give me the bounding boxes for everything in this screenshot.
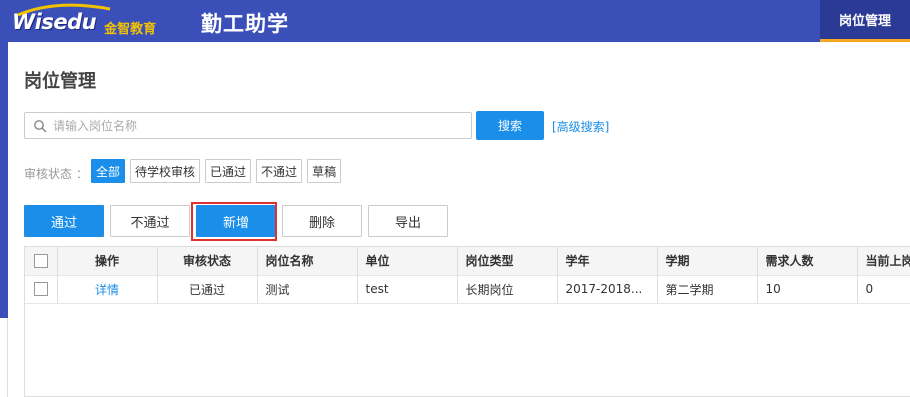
column-header: 当前上岗 <box>857 247 910 276</box>
filter-tag-pending-school-review[interactable]: 待学校审核 <box>130 159 201 183</box>
select-all-checkbox[interactable] <box>33 254 48 268</box>
filter-tag-draft[interactable]: 草稿 <box>307 159 342 183</box>
app-header: Wisedu 金智教育 勤工助学 岗位管理 <box>0 0 910 42</box>
advanced-search-link[interactable]: [高级搜索] <box>552 118 609 135</box>
left-rail <box>0 42 8 318</box>
position-type-cell: 长期岗位 <box>457 275 558 304</box>
column-header: 操作 <box>57 247 158 276</box>
column-header: 岗位名称 <box>257 247 358 276</box>
filter-tag-approved[interactable]: 已通过 <box>205 159 252 183</box>
column-header: 需求人数 <box>757 247 858 276</box>
search-icon <box>34 120 47 133</box>
export-button[interactable]: 导出 <box>368 205 448 237</box>
column-header: 学年 <box>557 247 658 276</box>
row-select-cell <box>25 275 58 304</box>
add-button-highlight <box>191 202 277 241</box>
current-count-cell: 0 <box>857 275 910 304</box>
position-name-cell: 测试 <box>257 275 358 304</box>
delete-button[interactable]: 删除 <box>282 205 362 237</box>
app-title: 勤工助学 <box>201 12 289 36</box>
row-checkbox[interactable] <box>33 282 48 297</box>
semester-cell: 第二学期 <box>657 275 758 304</box>
column-header: 审核状态 <box>157 247 258 276</box>
academic-year-cell: 2017-2018... <box>557 275 658 304</box>
filter-tag-rejected[interactable]: 不通过 <box>256 159 303 183</box>
positions-table: 操作 审核状态 岗位名称 单位 岗位类型 学年 学期 需求人数 当前上岗 详情 … <box>24 246 910 397</box>
column-header: 学期 <box>657 247 758 276</box>
status-filter-label: 审核状态 ： <box>24 167 88 181</box>
detail-link[interactable]: 详情 <box>57 275 158 304</box>
status-filter-tags: 全部 待学校审核 已通过 不通过 草稿 <box>91 159 342 183</box>
table-header-row: 操作 审核状态 岗位名称 单位 岗位类型 学年 学期 需求人数 当前上岗 <box>25 247 910 276</box>
logo-subtitle: 金智教育 <box>104 21 157 37</box>
search-input[interactable] <box>53 113 463 138</box>
column-header: 岗位类型 <box>457 247 558 276</box>
wisedu-logo: Wisedu 金智教育 <box>12 3 157 38</box>
search-button[interactable]: 搜索 <box>476 111 544 140</box>
column-header: 单位 <box>357 247 458 276</box>
table-row: 详情 已通过 测试 test 长期岗位 2017-2018... 第二学期 10… <box>25 275 910 304</box>
status-cell: 已通过 <box>157 275 258 304</box>
filter-tag-all[interactable]: 全部 <box>91 159 126 183</box>
reject-button[interactable]: 不通过 <box>110 205 190 237</box>
left-rail-lower <box>0 318 8 397</box>
page-title: 岗位管理 <box>24 71 96 92</box>
unit-cell: test <box>357 275 458 304</box>
required-count-cell: 10 <box>757 275 858 304</box>
logo-swoosh-icon <box>17 3 111 17</box>
search-box[interactable] <box>24 112 472 139</box>
approve-button[interactable]: 通过 <box>24 205 104 237</box>
select-all-cell <box>25 247 58 276</box>
nav-tab-position-management[interactable]: 岗位管理 <box>820 0 910 42</box>
